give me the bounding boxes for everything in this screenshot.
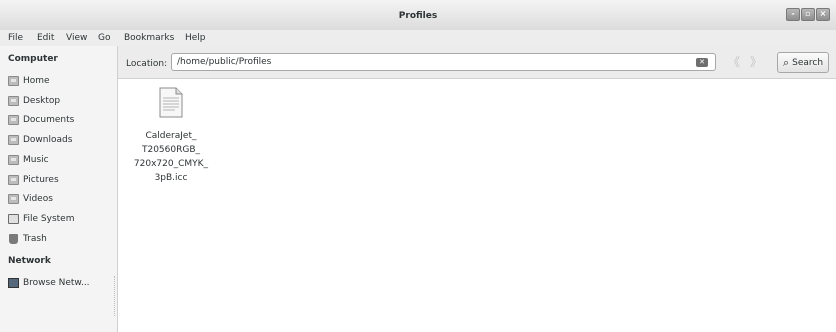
sidebar-item-label: Downloads [23, 135, 73, 145]
sidebar-item-label: File System [23, 214, 75, 224]
maximize-button[interactable]: ▫ [801, 8, 815, 21]
menu-bookmarks[interactable]: Bookmarks [124, 33, 174, 43]
menu-view[interactable]: View [66, 33, 87, 43]
documents-folder-icon [8, 115, 19, 125]
sidebar-item-file-system[interactable]: File System [8, 212, 74, 226]
text-file-icon [159, 87, 183, 118]
sidebar-heading-network: Network [8, 256, 51, 266]
sidebar-heading-computer: Computer [8, 54, 58, 64]
desktop-folder-icon [8, 96, 19, 106]
network-icon [8, 278, 19, 288]
menubar: File Edit View Go Bookmarks Help [0, 30, 836, 46]
music-folder-icon [8, 155, 19, 165]
file-name-line: 3pB.icc [154, 173, 188, 183]
menu-help[interactable]: Help [185, 33, 206, 43]
window-controls: - ▫ × [785, 8, 830, 21]
pictures-folder-icon [8, 175, 19, 185]
trash-icon [9, 234, 18, 244]
file-item[interactable]: CalderaJet_ T20560RGB_ 720x720_CMYK_ 3pB… [126, 87, 216, 185]
location-bar: Location: /home/public/Profiles ✕ 《 》 ⌕ … [118, 46, 836, 79]
sidebar-resize-handle[interactable] [114, 276, 117, 316]
sidebar-item-label: Desktop [23, 96, 61, 106]
sidebar-item-trash[interactable]: Trash [8, 232, 47, 246]
window-title: Profiles [398, 11, 438, 21]
back-button[interactable]: 《 [728, 56, 740, 68]
sidebar-item-label: Documents [23, 115, 75, 125]
search-button-label: Search [792, 57, 824, 68]
sidebar-item-music[interactable]: Music [8, 153, 49, 167]
sidebar-item-videos[interactable]: Videos [8, 192, 53, 206]
sidebar-item-desktop[interactable]: Desktop [8, 94, 60, 108]
file-name-line: CalderaJet_ [145, 131, 197, 141]
location-label: Location: [126, 59, 168, 69]
places-sidebar: Computer Home Desktop Documents Download… [0, 46, 118, 332]
file-view[interactable]: CalderaJet_ T20560RGB_ 720x720_CMYK_ 3pB… [118, 79, 836, 332]
sidebar-item-documents[interactable]: Documents [8, 113, 74, 127]
sidebar-item-home[interactable]: Home [8, 74, 50, 88]
minimize-button[interactable]: - [786, 8, 800, 21]
clear-text-icon[interactable]: ✕ [696, 58, 708, 67]
search-button[interactable]: ⌕ Search [777, 52, 829, 73]
home-folder-icon [8, 76, 19, 86]
magnifier-icon: ⌕ [782, 55, 790, 69]
window-titlebar[interactable]: Profiles - ▫ × [0, 0, 836, 31]
file-name-line: 720x720_CMYK_ [133, 159, 209, 169]
sidebar-item-browse-network[interactable]: Browse Netw... [8, 276, 90, 290]
menu-file[interactable]: File [8, 33, 23, 43]
location-input[interactable]: /home/public/Profiles ✕ [171, 53, 716, 71]
filesystem-icon [8, 214, 19, 224]
menu-edit[interactable]: Edit [37, 33, 54, 43]
file-name: CalderaJet_ T20560RGB_ 720x720_CMYK_ 3pB… [126, 129, 216, 185]
sidebar-item-downloads[interactable]: Downloads [8, 133, 72, 147]
downloads-folder-icon [8, 135, 19, 145]
sidebar-item-label: Browse Netw... [23, 278, 90, 288]
forward-button[interactable]: 》 [750, 56, 762, 68]
close-button[interactable]: × [816, 8, 830, 21]
videos-folder-icon [8, 194, 19, 204]
sidebar-item-label: Pictures [23, 175, 59, 185]
file-name-line: T20560RGB_ [141, 145, 201, 155]
menu-go[interactable]: Go [98, 33, 110, 43]
location-path: /home/public/Profiles [177, 57, 272, 67]
sidebar-item-pictures[interactable]: Pictures [8, 173, 59, 187]
sidebar-item-label: Music [23, 155, 49, 165]
sidebar-item-label: Trash [23, 234, 47, 244]
sidebar-item-label: Home [23, 76, 50, 86]
sidebar-item-label: Videos [23, 194, 53, 204]
